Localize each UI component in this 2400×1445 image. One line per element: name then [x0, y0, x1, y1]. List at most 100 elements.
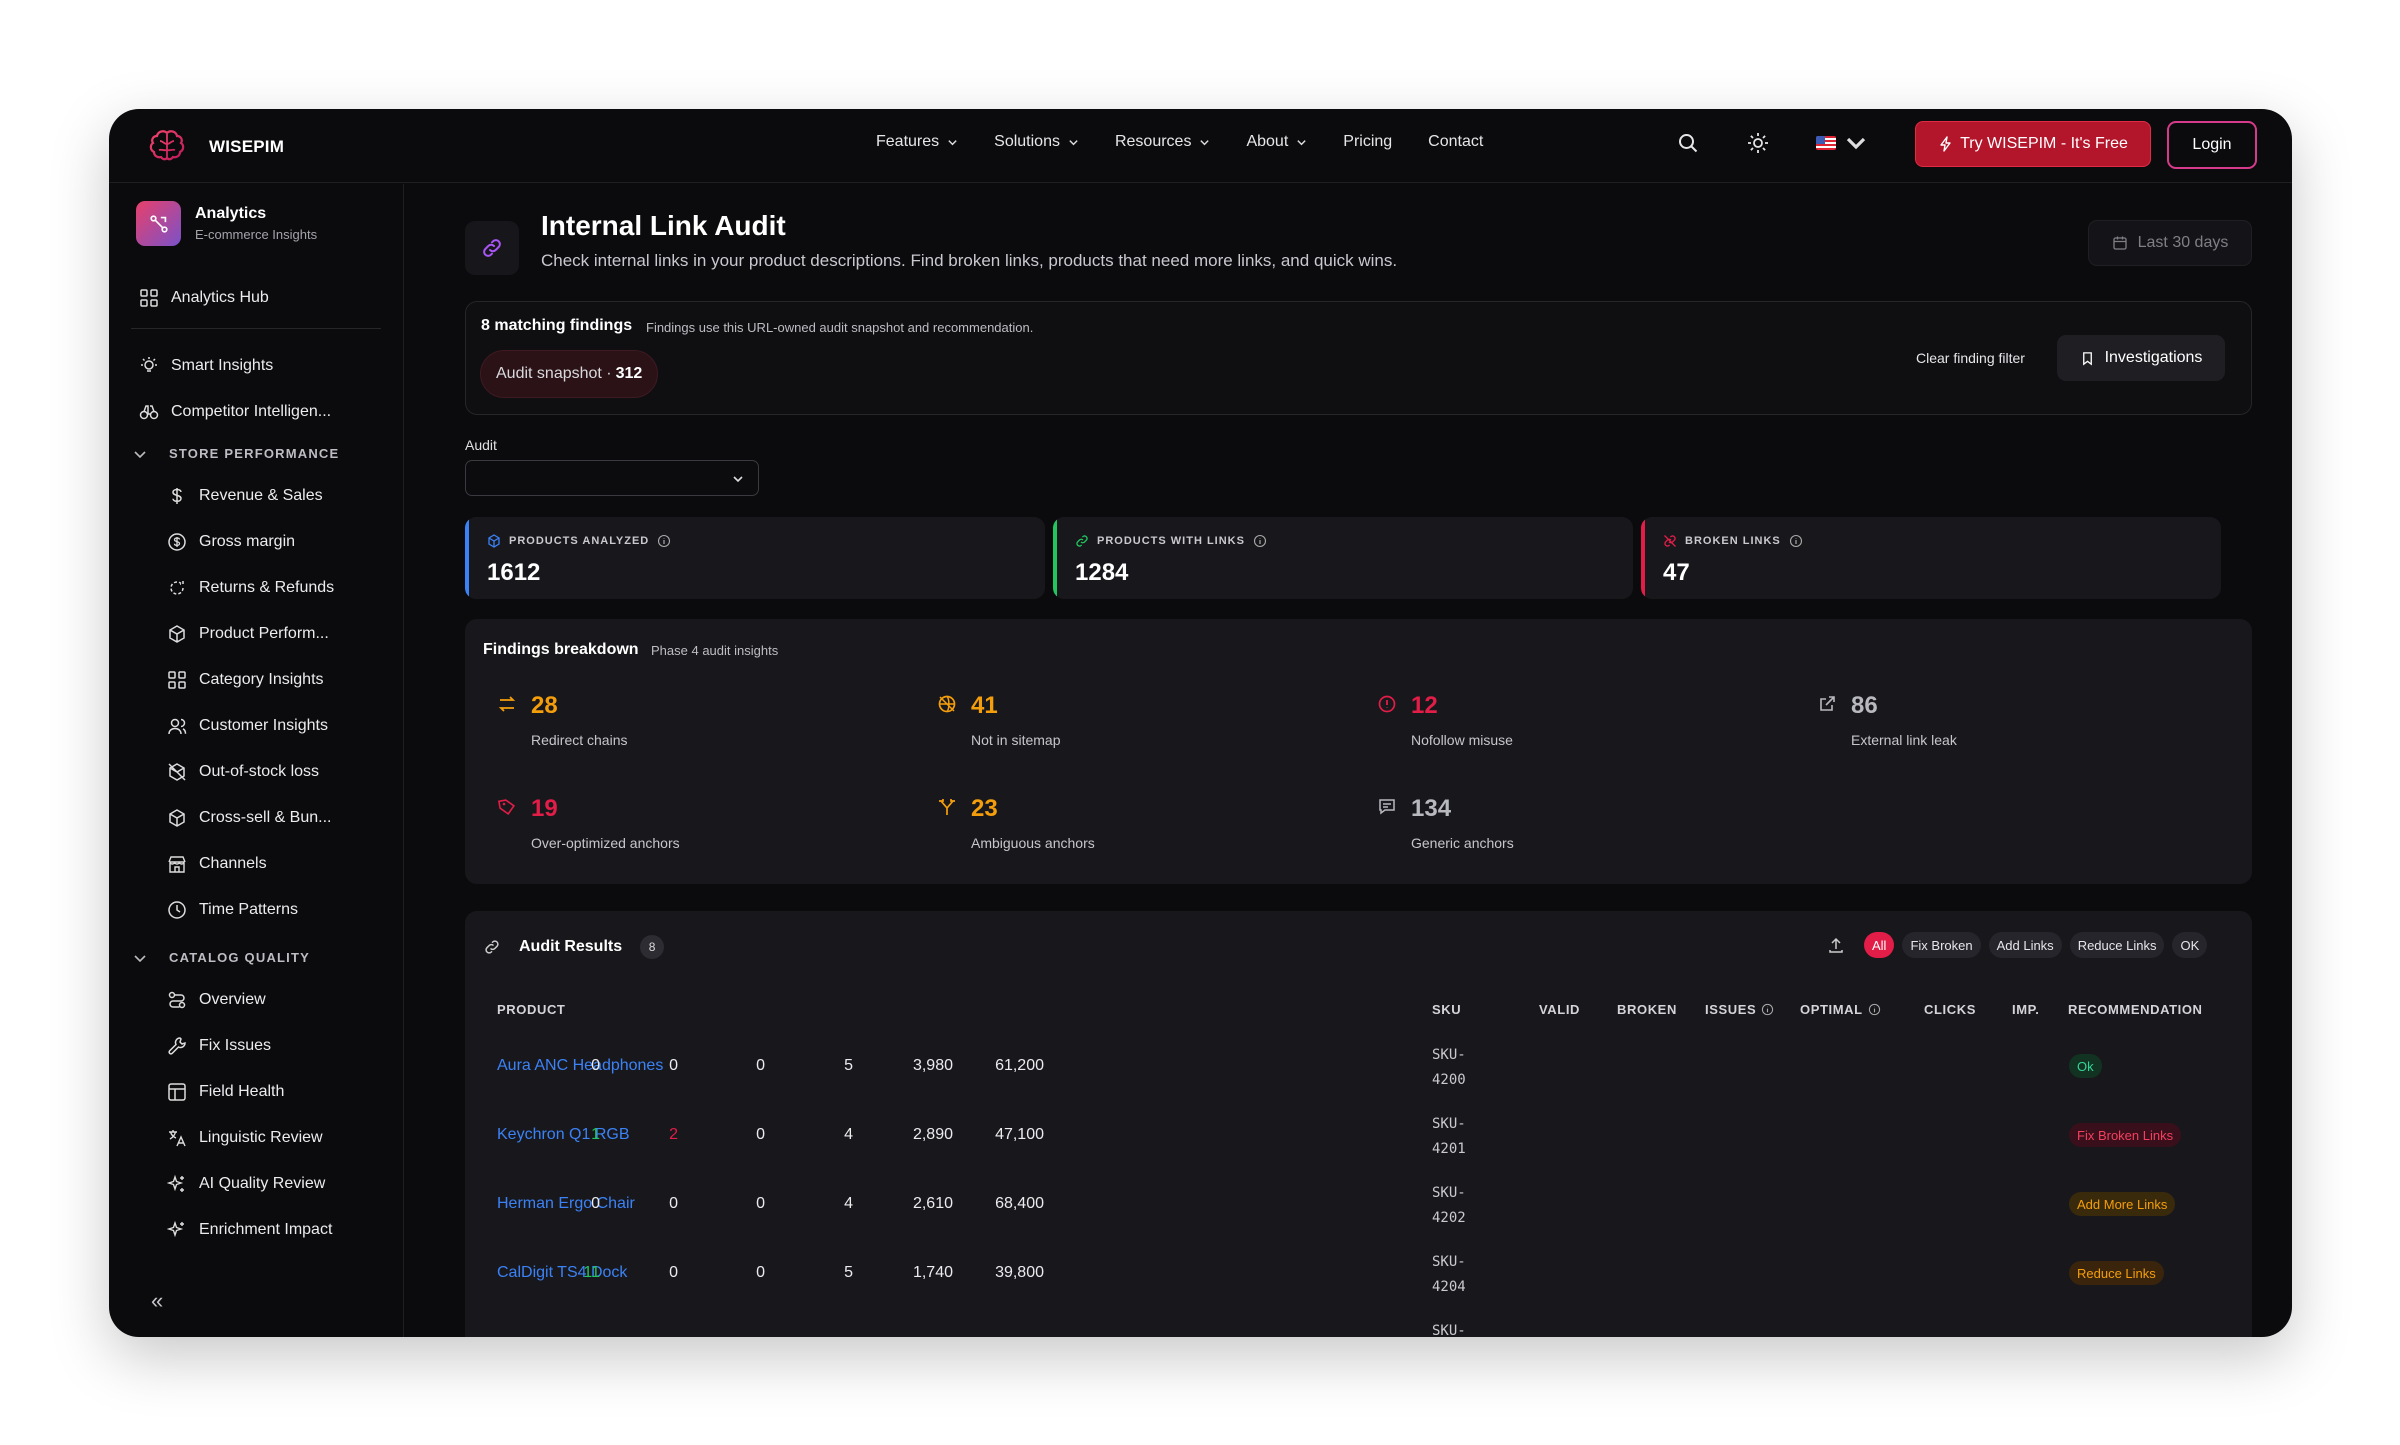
table-row[interactable]: SKU- — [465, 1309, 2252, 1337]
recommendation-badge[interactable]: Reduce Links — [2069, 1261, 2164, 1285]
investigations-button[interactable]: Investigations — [2057, 335, 2225, 381]
sidebar-item-linguistic-review[interactable]: Linguistic Review — [167, 1128, 323, 1148]
broken-count: 2 — [669, 1126, 678, 1143]
filter-fix-broken[interactable]: Fix Broken — [1902, 932, 1981, 958]
nav-about[interactable]: About — [1246, 133, 1307, 151]
recommendation-badge[interactable]: Fix Broken Links — [2069, 1123, 2182, 1147]
cube-icon — [488, 534, 500, 548]
chevron-down-icon — [134, 954, 146, 962]
col-optimal[interactable]: OPTIMAL — [1800, 1002, 1881, 1017]
finding-value: 28 — [531, 692, 558, 719]
info-icon[interactable] — [657, 534, 671, 548]
sidebar-item-cross-sell-bundles[interactable]: Cross-sell & Bun... — [167, 808, 331, 828]
stat-label-row: BROKEN LINKS — [1663, 534, 1803, 548]
date-range-picker[interactable]: Last 30 days — [2088, 220, 2252, 266]
search-icon[interactable] — [1676, 131, 1700, 155]
sidebar-item-label: Overview — [199, 991, 266, 1008]
filter-reduce-links[interactable]: Reduce Links — [2069, 932, 2165, 958]
col-issues[interactable]: ISSUES — [1705, 1002, 1774, 1017]
nav-tools — [1676, 131, 1868, 155]
col-recommendation[interactable]: RECOMMENDATION — [2068, 1002, 2203, 1017]
sidebar-item-product-performance[interactable]: Product Perform... — [167, 624, 329, 644]
audit-snapshot-pill[interactable]: Audit snapshot · 312 — [480, 350, 659, 398]
info-icon[interactable] — [1761, 1003, 1774, 1016]
sidebar-item-category-insights[interactable]: Category Insights — [167, 670, 324, 690]
clear-finding-filter-button[interactable]: Clear finding filter — [1916, 350, 2025, 366]
recommendation-badge[interactable]: Add More Links — [2069, 1192, 2176, 1216]
sku-cell: SKU- 4204 — [1432, 1250, 1466, 1300]
sidebar-item-gross-margin[interactable]: Gross margin — [167, 532, 295, 552]
info-icon[interactable] — [1868, 1003, 1881, 1016]
sidebar-item-returns-refunds[interactable]: Returns & Refunds — [167, 578, 334, 598]
nav-solutions[interactable]: Solutions — [994, 133, 1079, 151]
table-row[interactable]: CalDigit TS4 Dock SKU- 4204 11 0 0 5 1,740 39,80… — [465, 1240, 2252, 1309]
col-clicks[interactable]: CLICKS — [1924, 1002, 1976, 1017]
nav-contact[interactable]: Contact — [1428, 133, 1483, 151]
stat-label-row: PRODUCTS WITH LINKS — [1075, 534, 1267, 548]
sidebar-item-time-patterns[interactable]: Time Patterns — [167, 900, 298, 920]
filter-ok[interactable]: OK — [2172, 932, 2208, 958]
stat-value: 47 — [1663, 559, 1690, 586]
sidebar-item-enrichment-impact[interactable]: Enrichment Impact — [167, 1220, 332, 1240]
nav-pricing[interactable]: Pricing — [1343, 133, 1392, 151]
finding-label: Generic anchors — [1411, 835, 1514, 851]
sidebar-item-label: Field Health — [199, 1083, 285, 1100]
col-sku[interactable]: SKU — [1432, 1002, 1461, 1017]
nav-resources[interactable]: Resources — [1115, 133, 1210, 151]
route-icon — [168, 991, 186, 1009]
col-imp[interactable]: IMP. — [2012, 1002, 2039, 1017]
sidebar-item-field-health[interactable]: Field Health — [167, 1082, 284, 1102]
grid-icon — [140, 289, 158, 307]
language-selector[interactable] — [1816, 131, 1868, 155]
filter-add-links[interactable]: Add Links — [1988, 932, 2062, 958]
collapse-sidebar-button[interactable]: « — [151, 1288, 163, 1314]
alert-circle-icon — [1378, 695, 1396, 713]
finding-label: Redirect chains — [531, 732, 628, 748]
sidebar-item-customer-insights[interactable]: Customer Insights — [167, 716, 328, 736]
col-broken[interactable]: BROKEN — [1617, 1002, 1677, 1017]
sidebar-item-label: Returns & Refunds — [199, 579, 335, 596]
brand[interactable]: WISEPIM — [147, 127, 284, 167]
sidebar-item-competitor-intelligence[interactable]: Competitor Intelligen... — [139, 402, 331, 422]
sparkles-icon — [167, 1174, 184, 1192]
sidebar-item-smart-insights[interactable]: Smart Insights — [139, 356, 273, 376]
date-range-label: Last 30 days — [2137, 234, 2229, 251]
sidebar-item-fix-issues[interactable]: Fix Issues — [167, 1036, 271, 1056]
audit-select[interactable] — [465, 460, 759, 496]
clicks-value: 1,740 — [912, 1264, 953, 1281]
main-content: Internal Link Audit Check internal links… — [405, 184, 2292, 1337]
nav-features-label: Features — [876, 133, 940, 150]
stat-accent-bar — [465, 517, 469, 599]
section-store-performance[interactable]: STORE PERFORMANCE — [133, 446, 339, 461]
nav-features[interactable]: Features — [876, 133, 958, 151]
chevron-down-icon — [1846, 137, 1866, 150]
table-row[interactable]: Aura ANC Headphones SKU- 4200 0 0 0 5 3,980 61,2… — [465, 1033, 2252, 1102]
info-icon[interactable] — [1253, 534, 1267, 548]
filter-all[interactable]: All — [1864, 932, 1895, 958]
col-valid[interactable]: VALID — [1539, 1002, 1580, 1017]
section-catalog-quality[interactable]: CATALOG QUALITY — [133, 950, 310, 965]
table-row[interactable]: Herman Ergo Chair SKU- 4202 0 0 0 4 2,610 68,400… — [465, 1171, 2252, 1240]
recommendation-badge[interactable]: Ok — [2069, 1054, 2102, 1078]
sku-prefix: SKU- — [1432, 1116, 1466, 1132]
sidebar-item-revenue-sales[interactable]: Revenue & Sales — [167, 486, 323, 506]
sidebar-item-ai-quality-review[interactable]: AI Quality Review — [167, 1174, 325, 1194]
finding-label: External link leak — [1851, 732, 1957, 748]
login-button[interactable]: Login — [2167, 121, 2257, 169]
table-row[interactable]: Keychron Q1 RGB SKU- 4201 1 2 0 4 2,890 47,100 Fi… — [465, 1102, 2252, 1171]
sidebar-item-overview[interactable]: Overview — [167, 990, 266, 1010]
findings-count: 8 matching findings — [481, 317, 633, 334]
lightbulb-icon — [141, 357, 157, 372]
try-free-button[interactable]: Try WISEPIM - It's Free — [1915, 121, 2151, 167]
info-icon[interactable] — [1789, 534, 1803, 548]
upload-icon[interactable] — [1826, 935, 1846, 955]
col-product[interactable]: PRODUCT — [497, 1002, 565, 1017]
sidebar-item-label: Revenue & Sales — [199, 487, 323, 504]
sidebar-item-channels[interactable]: Channels — [167, 854, 267, 874]
impressions-value: 68,400 — [995, 1195, 1044, 1212]
sidebar-item-analytics-hub[interactable]: Analytics Hub — [139, 288, 269, 308]
sidebar-header[interactable]: Analytics E-commerce Insights — [136, 201, 317, 246]
sidebar-item-out-of-stock-loss[interactable]: Out-of-stock loss — [167, 762, 319, 782]
sun-icon[interactable] — [1746, 131, 1770, 155]
sku-prefix: SKU- — [1432, 1047, 1466, 1063]
